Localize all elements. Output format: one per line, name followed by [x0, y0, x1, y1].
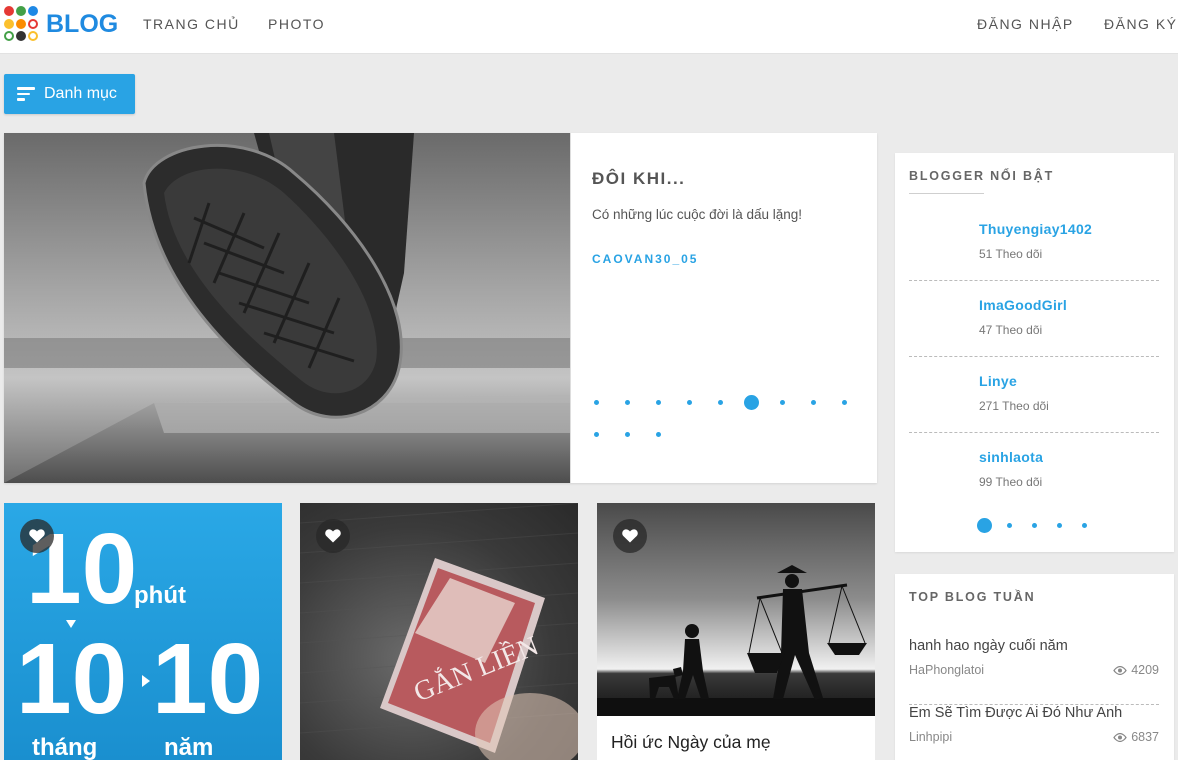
slide-dot[interactable] [779, 399, 785, 405]
blogger-followers: 99 Theo dõi [979, 475, 1043, 489]
blogger-name[interactable]: ImaGoodGirl [979, 297, 1067, 313]
card-word-left: tháng [32, 734, 97, 760]
pager-dot[interactable] [1081, 522, 1087, 528]
featured-bloggers-title: BLOGGER NỔI BẬT [909, 169, 1055, 183]
slide-dot[interactable] [686, 399, 692, 405]
top-blog-views: 6837 [1113, 730, 1159, 744]
menu-lines-icon [17, 87, 35, 101]
nav-home-link[interactable]: TRANG CHỦ [143, 16, 240, 32]
category-button[interactable]: Danh mục [4, 74, 135, 114]
logo-dots-icon [4, 6, 40, 42]
featured-slider: ĐÔI KHI... Có những lúc cuộc đời là dấu … [4, 133, 877, 483]
top-blog-views: 4209 [1113, 663, 1159, 677]
slide-dot[interactable] [593, 431, 599, 437]
nav-photo-link[interactable]: PHOTO [268, 16, 325, 32]
slide-dot[interactable] [593, 399, 599, 405]
featured-title[interactable]: ĐÔI KHI... [592, 169, 685, 189]
blogger-name[interactable]: sinhlaota [979, 449, 1043, 465]
favorite-heart-icon[interactable] [316, 519, 350, 553]
post-card[interactable]: GẮN LIỀN [300, 503, 578, 760]
post-card[interactable]: 10 phút 10 10 tháng năm [4, 503, 282, 760]
pager-dot[interactable] [1031, 522, 1037, 528]
top-blog-item[interactable]: hanh hao ngày cuối năm HaPhonglatoi 4209 [909, 638, 1159, 705]
pager-dot[interactable] [1006, 522, 1012, 528]
category-button-label: Danh mục [44, 85, 117, 102]
blogger-item[interactable]: Linye 271 Theo dõi [909, 357, 1159, 433]
slide-dot[interactable] [624, 431, 630, 437]
logo-text: BLOG [46, 10, 119, 38]
favorite-heart-icon[interactable] [613, 519, 647, 553]
featured-bloggers-panel: BLOGGER NỔI BẬT Thuyengiay1402 51 Theo d… [895, 153, 1174, 552]
blogger-item[interactable]: Thuyengiay1402 51 Theo dõi [909, 205, 1159, 281]
nav-register-link[interactable]: ĐĂNG KÝ [1104, 16, 1178, 32]
slide-dot[interactable] [655, 431, 661, 437]
pager-dot[interactable] [1056, 522, 1062, 528]
title-underline [909, 193, 984, 194]
card-big-number-right: 10 [152, 623, 263, 735]
slide-dot[interactable] [743, 394, 759, 410]
top-blogs-title: TOP BLOG TUẦN [909, 590, 1036, 604]
nav-login-link[interactable]: ĐĂNG NHẬP [977, 16, 1074, 32]
blogger-name[interactable]: Linye [979, 373, 1017, 389]
eye-icon [1113, 732, 1127, 742]
post-card-title[interactable]: Hồi ức Ngày của mẹ [597, 716, 875, 760]
blogger-item[interactable]: sinhlaota 99 Theo dõi [909, 433, 1159, 509]
top-blog-title[interactable]: Em Sẽ Tìm Được Ai Đó Như Anh [909, 705, 1122, 721]
top-blog-item[interactable]: Em Sẽ Tìm Được Ai Đó Như Anh Linhpipi 68… [909, 705, 1159, 760]
blog-logo[interactable]: BLOG [4, 6, 118, 42]
slide-dot[interactable] [841, 399, 847, 405]
bloggers-pager-dots [976, 517, 1097, 533]
slide-dot[interactable] [717, 399, 723, 405]
blogger-item[interactable]: ImaGoodGirl 47 Theo dõi [909, 281, 1159, 357]
card-big-number-left: 10 [16, 623, 127, 735]
top-blogs-panel: TOP BLOG TUẦN hanh hao ngày cuối năm HaP… [895, 574, 1174, 760]
post-card[interactable]: Hồi ức Ngày của mẹ [597, 503, 875, 760]
blogger-followers: 271 Theo dõi [979, 399, 1049, 413]
pager-dot[interactable] [976, 517, 992, 533]
featured-author[interactable]: CAOVAN30_05 [592, 252, 698, 266]
top-navbar: BLOG TRANG CHỦ PHOTO ĐĂNG NHẬP ĐĂNG KÝ [0, 0, 1178, 54]
slide-dot[interactable] [624, 399, 630, 405]
top-blog-author[interactable]: Linhpipi [909, 730, 952, 744]
favorite-heart-icon[interactable] [20, 519, 54, 553]
featured-info: ĐÔI KHI... Có những lúc cuộc đời là dấu … [570, 133, 877, 483]
blogger-name[interactable]: Thuyengiay1402 [979, 221, 1092, 237]
slide-dot[interactable] [810, 399, 816, 405]
views-count: 4209 [1131, 663, 1159, 677]
card-word-top: phút [134, 582, 186, 609]
featured-description: Có những lúc cuộc đời là dấu lặng! [592, 207, 803, 222]
top-blog-title[interactable]: hanh hao ngày cuối năm [909, 638, 1068, 654]
top-blog-author[interactable]: HaPhonglatoi [909, 663, 984, 677]
slide-dot[interactable] [655, 399, 661, 405]
blogger-followers: 51 Theo dõi [979, 247, 1043, 261]
blogger-followers: 47 Theo dõi [979, 323, 1043, 337]
eye-icon [1113, 665, 1127, 675]
card-word-right: năm [164, 734, 213, 760]
featured-image[interactable] [4, 133, 570, 483]
views-count: 6837 [1131, 730, 1159, 744]
